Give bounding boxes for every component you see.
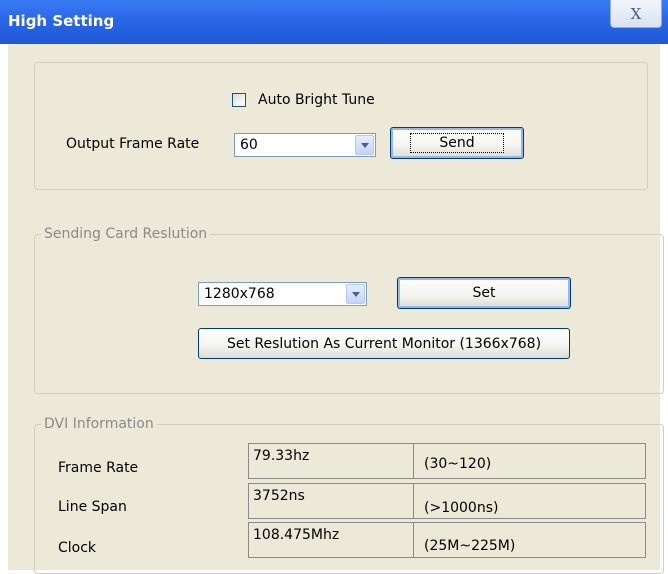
auto-bright-checkbox[interactable] [232,93,246,107]
frame-rate-range-box: (30~120) [414,443,646,479]
line-span-label: Line Span [58,499,127,515]
send-button-label: Send [410,133,504,153]
window-title: High Setting [8,12,115,30]
dvi-info-legend: DVI Information [41,416,157,432]
frame-rate-label: Frame Rate [58,460,139,476]
auto-bright-label[interactable]: Auto Bright Tune [258,91,375,109]
clock-label: Clock [58,540,97,556]
close-button[interactable]: X [610,0,662,28]
resolution-legend: Sending Card Reslution [41,226,211,242]
chevron-down-icon[interactable] [355,135,374,155]
line-span-range: (>1000ns) [424,500,499,516]
resolution-panel: Sending Card Reslution 1280x768 Set Set … [34,226,664,394]
send-button[interactable]: Send [390,127,524,159]
dialog-body: Auto Bright Tune Output Frame Rate 60 Se… [8,44,664,574]
frame-rate-value-box: 79.33hz [248,443,414,479]
line-span-value-box: 3752ns [248,483,414,519]
output-frame-rate-select[interactable]: 60 [234,133,376,157]
frame-rate-range: (30~120) [424,456,492,472]
frame-rate-panel: Auto Bright Tune Output Frame Rate 60 Se… [34,62,648,190]
set-button[interactable]: Set [397,277,571,309]
resolution-select[interactable]: 1280x768 [198,282,367,306]
chevron-down-icon[interactable] [346,284,365,304]
titlebar[interactable]: High Setting X [0,0,668,44]
set-current-monitor-label: Set Reslution As Current Monitor (1366x7… [226,335,542,352]
set-current-monitor-button[interactable]: Set Reslution As Current Monitor (1366x7… [198,328,570,359]
set-button-label: Set [472,285,496,301]
clock-range-box: (25M~225M) [414,522,646,558]
line-span-range-box: (>1000ns) [414,483,646,519]
clock-value-box: 108.475Mhz [248,522,414,558]
dvi-info-panel: DVI Information Frame Rate 79.33hz (30~1… [34,416,664,574]
output-frame-rate-label: Output Frame Rate [66,136,200,152]
line-span-value: 3752ns [253,488,305,504]
clock-value: 108.475Mhz [253,527,340,543]
frame-rate-value: 79.33hz [253,448,310,464]
output-frame-rate-value: 60 [240,137,258,153]
clock-range: (25M~225M) [424,538,516,554]
close-icon: X [630,4,642,23]
resolution-value: 1280x768 [204,286,275,302]
